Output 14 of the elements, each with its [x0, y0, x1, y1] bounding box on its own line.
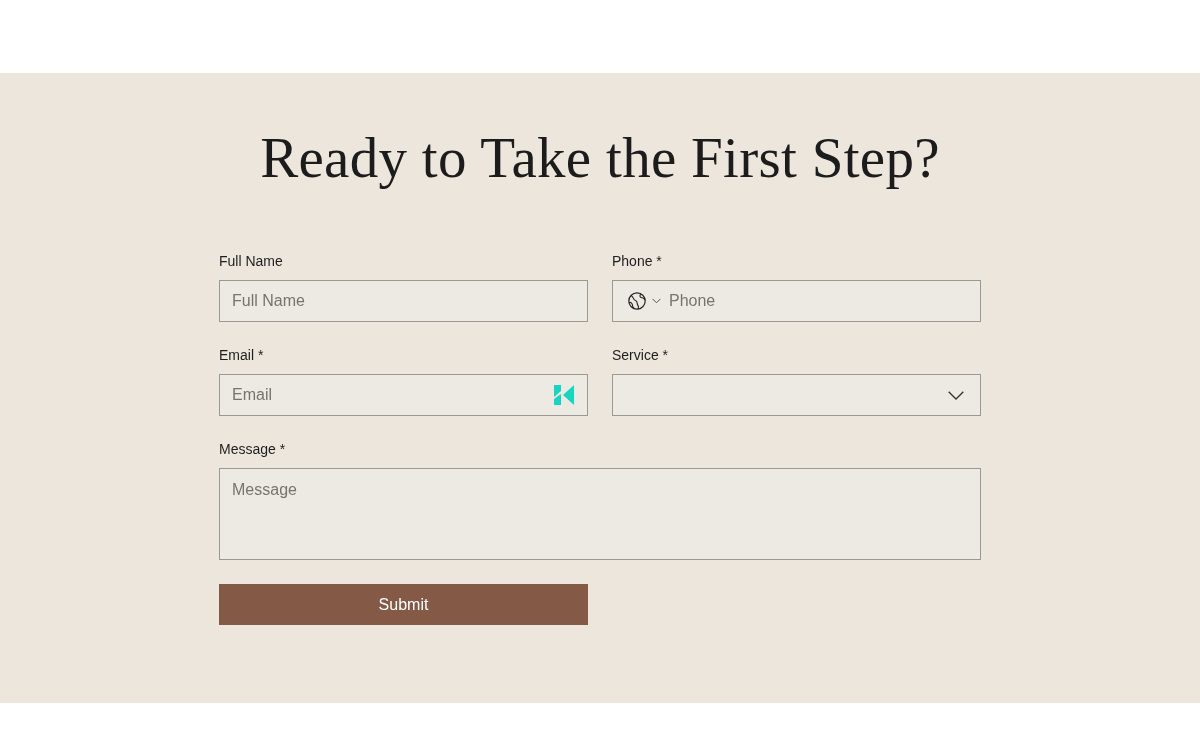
section-heading: Ready to Take the First Step?	[260, 125, 940, 191]
field-label: Email *	[219, 346, 264, 364]
field-label: Service *	[612, 346, 669, 364]
message-field[interactable]: Message	[219, 468, 981, 560]
field-label: Full Name	[219, 252, 283, 270]
phone-field[interactable]: Phone	[612, 280, 981, 322]
chevron-down-icon[interactable]	[948, 390, 964, 400]
field-label: Message *	[219, 440, 286, 458]
field-label: Phone *	[612, 252, 662, 270]
caret-icon[interactable]	[652, 298, 661, 304]
submit-button[interactable]: Submit	[219, 584, 588, 625]
email-field[interactable]: Email	[219, 374, 588, 416]
full-name-field[interactable]: Full Name	[219, 280, 588, 322]
globe-icon[interactable]	[628, 292, 646, 310]
